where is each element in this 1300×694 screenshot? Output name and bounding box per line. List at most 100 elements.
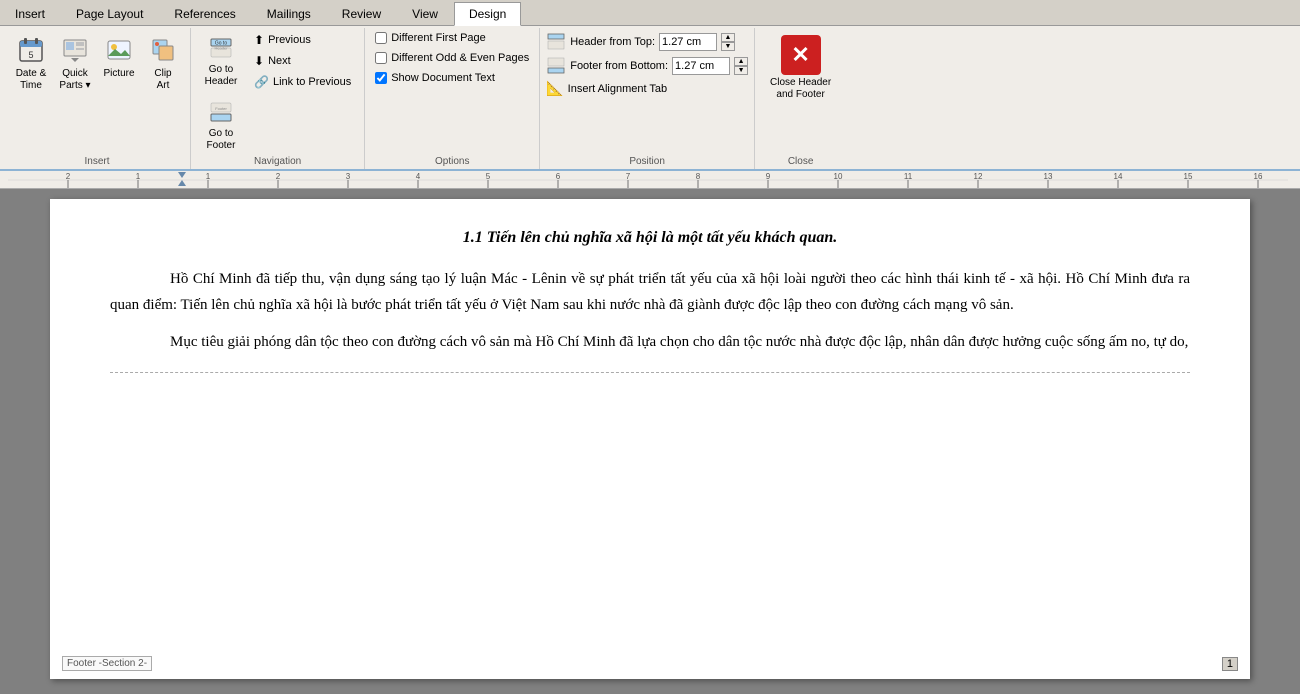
different-first-page-checkbox[interactable]: Different First Page [371,30,533,46]
go-to-footer-label: Go toFooter [207,128,236,152]
clip-art-label: ClipArt [154,68,171,92]
link-to-previous-button[interactable]: 🔗 Link to Previous [249,72,356,92]
clip-art-button[interactable]: ClipArt [142,30,184,96]
svg-text:3: 3 [346,172,351,181]
header-top-down[interactable]: ▼ [721,42,735,51]
tab-design[interactable]: Design [454,2,521,26]
ribbon-group-options: Different First Page Different Odd & Eve… [365,28,540,169]
svg-text:7: 7 [626,172,631,181]
ruler: 2 1 1 2 3 4 5 6 7 8 9 10 11 12 13 14 15 … [0,171,1300,189]
svg-text:12: 12 [974,172,983,181]
footer-dashed-line [110,372,1190,377]
tab-references[interactable]: References [159,2,250,25]
go-to-footer-icon: Footer [207,98,235,126]
footer-from-bottom-icon [546,56,566,76]
close-header-footer-button[interactable]: ✕ Close Headerand Footer [761,30,840,106]
different-first-page-input[interactable] [375,32,387,44]
svg-text:5: 5 [486,172,491,181]
picture-button[interactable]: Picture [98,30,140,84]
different-first-page-label: Different First Page [391,32,486,44]
previous-nav-icon: ⬆ [254,33,264,47]
footer-bottom-down[interactable]: ▼ [734,66,748,75]
header-from-top-icon [546,32,566,52]
nav-stack: ⬆ Previous ⬇ Next 🔗 Link to Previous [247,30,358,92]
options-group-content: Different First Page Different Odd & Eve… [371,30,533,156]
ribbon-group-navigation: Go to Header Go toHeader Footer [191,28,365,169]
position-group-content: Header from Top: ▲ ▼ Footer from Bott [546,30,748,156]
paragraph-1: Hồ Chí Minh đã tiếp thu, vận dụng sáng t… [110,267,1190,318]
svg-text:11: 11 [904,172,913,181]
page-title: 1.1 Tiến lên chủ nghĩa xã hội là một tất… [110,229,1190,247]
show-doc-text-input[interactable] [375,72,387,84]
tab-view[interactable]: View [397,2,453,25]
go-to-header-button[interactable]: Go to Header Go toHeader [197,30,245,92]
different-odd-even-input[interactable] [375,52,387,64]
svg-text:14: 14 [1114,172,1123,181]
header-top-up[interactable]: ▲ [721,33,735,42]
next-button[interactable]: ⬇ Next [249,51,356,71]
picture-label: Picture [103,68,134,80]
next-nav-icon: ⬇ [254,54,264,68]
show-document-text-label: Show Document Text [391,72,495,84]
options-group-label: Options [371,156,533,169]
insert-group-label: Insert [10,156,184,169]
footer-from-bottom-input[interactable] [672,57,730,75]
footer-page-number: 1 [1222,657,1238,671]
tab-insert[interactable]: Insert [0,2,60,25]
svg-text:6: 6 [556,172,561,181]
date-time-icon: 5 [15,34,47,66]
svg-text:10: 10 [834,172,843,181]
header-from-top-input[interactable] [659,33,717,51]
svg-text:1: 1 [206,172,211,181]
navigation-group-content: Go to Header Go toHeader Footer [197,30,358,156]
footer-from-bottom-label: Footer from Bottom: [570,60,668,72]
tab-bar: Insert Page Layout References Mailings R… [0,0,1300,26]
header-from-top-label: Header from Top: [570,36,655,48]
position-fields: Header from Top: ▲ ▼ Footer from Bott [546,30,748,99]
link-prev-icon: 🔗 [254,75,269,89]
quick-parts-label: QuickParts ▾ [59,68,90,92]
previous-label: Previous [268,34,311,46]
svg-text:13: 13 [1044,172,1053,181]
go-to-header-label: Go toHeader [205,64,238,88]
date-time-label: Date &Time [16,68,47,92]
quick-parts-button[interactable]: QuickParts ▾ [54,30,96,96]
svg-text:1: 1 [136,172,141,181]
close-group-content: ✕ Close Headerand Footer [761,30,840,156]
ribbon: 5 Date &Time QuickParts ▾ [0,26,1300,171]
document-page: 1.1 Tiến lên chủ nghĩa xã hội là một tất… [50,199,1250,679]
tab-review[interactable]: Review [327,2,396,25]
footer-section-label: Footer -Section 2- [62,656,152,671]
close-header-footer-icon: ✕ [781,35,821,75]
ribbon-group-insert: 5 Date &Time QuickParts ▾ [4,28,191,169]
tab-page-layout[interactable]: Page Layout [61,2,158,25]
header-top-spinner: ▲ ▼ [721,33,735,51]
link-to-previous-label: Link to Previous [273,76,351,88]
svg-text:Header: Header [214,46,228,51]
tab-mailings[interactable]: Mailings [252,2,326,25]
footer-from-bottom-row: Footer from Bottom: ▲ ▼ [546,56,748,76]
go-to-footer-button[interactable]: Footer Go toFooter [197,94,245,156]
date-time-button[interactable]: 5 Date &Time [10,30,52,96]
svg-text:Footer: Footer [215,106,227,111]
different-odd-even-checkbox[interactable]: Different Odd & Even Pages [371,50,533,66]
close-header-footer-label: Close Headerand Footer [770,77,831,101]
previous-button[interactable]: ⬆ Previous [249,30,356,50]
navigation-group-label: Navigation [197,156,358,169]
footer-bottom-spinner: ▲ ▼ [734,57,748,75]
document-area: 1.1 Tiến lên chủ nghĩa xã hội là một tất… [0,189,1300,694]
svg-text:2: 2 [66,172,71,181]
svg-text:5: 5 [28,50,33,60]
show-document-text-checkbox[interactable]: Show Document Text [371,70,533,86]
svg-text:2: 2 [276,172,281,181]
picture-icon [103,34,135,66]
footer-bottom-up[interactable]: ▲ [734,57,748,66]
go-to-header-icon: Go to Header [207,34,235,62]
svg-text:15: 15 [1184,172,1193,181]
insert-align-icon: 📐 [546,80,563,97]
quick-parts-icon [59,34,91,66]
position-group-label: Position [546,156,748,169]
svg-text:16: 16 [1254,172,1263,181]
ribbon-group-position: Header from Top: ▲ ▼ Footer from Bott [540,28,755,169]
close-group-label: Close [761,156,840,169]
